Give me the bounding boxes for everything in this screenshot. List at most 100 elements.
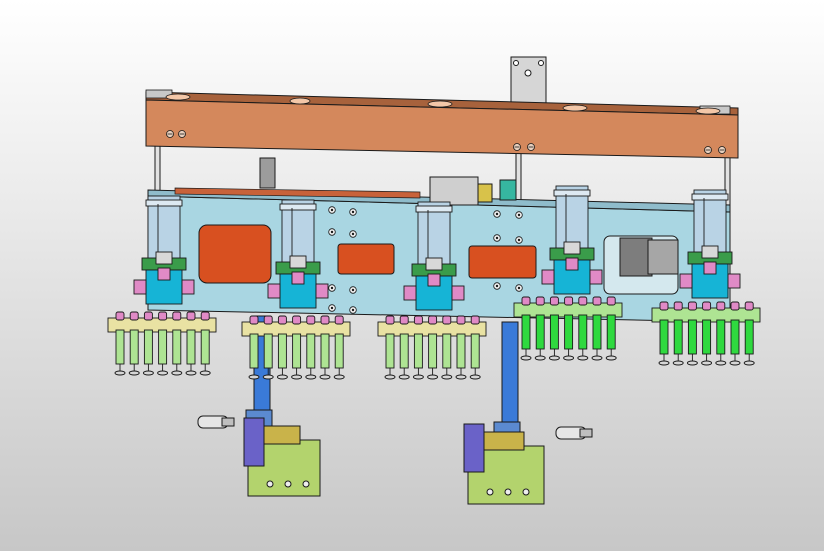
suction-finger <box>186 329 196 365</box>
beam-hole <box>165 93 191 101</box>
finger-cap <box>115 311 125 321</box>
suction-finger <box>334 333 344 369</box>
suction-cup <box>563 355 575 361</box>
suction-cup <box>658 360 670 366</box>
suction-finger <box>200 329 210 365</box>
side-fitting-right <box>589 269 603 285</box>
suction-finger <box>606 314 616 350</box>
suction-cup <box>248 374 260 380</box>
suction-finger <box>143 329 153 365</box>
suction-cup <box>384 374 396 380</box>
finger-cap <box>292 315 302 325</box>
suction-finger <box>456 333 466 369</box>
suction-cup <box>276 374 288 380</box>
plate-window-center <box>337 243 395 275</box>
suction-cup <box>548 355 560 361</box>
suction-finger <box>413 333 423 369</box>
pneumatic-fitting <box>703 261 717 275</box>
suction-finger <box>744 319 754 355</box>
finger-cap <box>385 315 395 325</box>
suction-finger <box>385 333 395 369</box>
suction-cup <box>729 360 741 366</box>
suction-finger <box>263 333 273 369</box>
beam-bolt <box>178 130 186 138</box>
station-block <box>477 431 525 451</box>
plate-screw <box>493 210 501 218</box>
suction-cup <box>701 360 713 366</box>
finger-cap <box>673 301 683 311</box>
suction-cup <box>128 370 140 376</box>
cylinder-cap <box>553 189 591 197</box>
plate-screw <box>493 282 501 290</box>
suction-cup <box>305 374 317 380</box>
adjust-knob-shaft <box>579 428 593 438</box>
finger-cap <box>186 311 196 321</box>
suction-finger <box>521 314 531 350</box>
plate-screw <box>349 230 357 238</box>
finger-cap <box>334 315 344 325</box>
plate-screw <box>328 284 336 292</box>
suction-cup <box>441 374 453 380</box>
suction-cup <box>534 355 546 361</box>
finger-cap <box>263 315 273 325</box>
finger-cap <box>456 315 466 325</box>
rod-coupler <box>563 241 581 255</box>
base-screw <box>486 488 494 496</box>
side-fitting-right <box>315 283 329 299</box>
suction-finger <box>659 319 669 355</box>
plate-screw <box>493 234 501 242</box>
pneumatic-fitting <box>565 257 579 271</box>
finger-cap <box>687 301 697 311</box>
suction-cup <box>142 370 154 376</box>
finger-cap <box>606 296 616 306</box>
suction-finger <box>730 319 740 355</box>
suction-cup <box>319 374 331 380</box>
suction-finger <box>687 319 697 355</box>
suction-cup <box>185 370 197 376</box>
suction-cup <box>199 370 211 376</box>
cad-viewport[interactable] <box>0 0 824 551</box>
suction-finger <box>564 314 574 350</box>
finger-cap <box>277 315 287 325</box>
plate-screw <box>515 211 523 219</box>
plate-screw <box>515 284 523 292</box>
finger-cap <box>716 301 726 311</box>
cad-model-scene <box>0 0 824 551</box>
side-fitting-left <box>541 269 555 285</box>
motor-block <box>619 237 679 277</box>
suction-cup <box>591 355 603 361</box>
suction-cup <box>715 360 727 366</box>
beam-bolt <box>513 143 521 151</box>
suction-finger <box>442 333 452 369</box>
base-screw <box>522 488 530 496</box>
suction-cup <box>333 374 345 380</box>
suction-cup <box>686 360 698 366</box>
suction-cup <box>114 370 126 376</box>
pneumatic-fitting <box>427 273 441 287</box>
suction-finger <box>549 314 559 350</box>
base-screw <box>504 488 512 496</box>
suction-finger <box>158 329 168 365</box>
suction-cup <box>605 355 617 361</box>
finger-cap <box>702 301 712 311</box>
suction-cup <box>520 355 532 361</box>
finger-cap <box>158 311 168 321</box>
suction-cup <box>157 370 169 376</box>
suction-finger <box>673 319 683 355</box>
suction-finger <box>470 333 480 369</box>
suction-cup <box>171 370 183 376</box>
suction-cup <box>577 355 589 361</box>
finger-cap <box>320 315 330 325</box>
finger-cap <box>428 315 438 325</box>
suction-cup <box>291 374 303 380</box>
suction-finger <box>428 333 438 369</box>
plate-window-right <box>468 245 537 279</box>
plate-screw <box>515 236 523 244</box>
beam-bolt <box>166 130 174 138</box>
plate-screw <box>328 206 336 214</box>
suction-cup <box>262 374 274 380</box>
rod-coupler <box>289 255 307 269</box>
finger-cap <box>172 311 182 321</box>
adjust-knob-shaft <box>221 417 235 427</box>
finger-cap <box>521 296 531 306</box>
